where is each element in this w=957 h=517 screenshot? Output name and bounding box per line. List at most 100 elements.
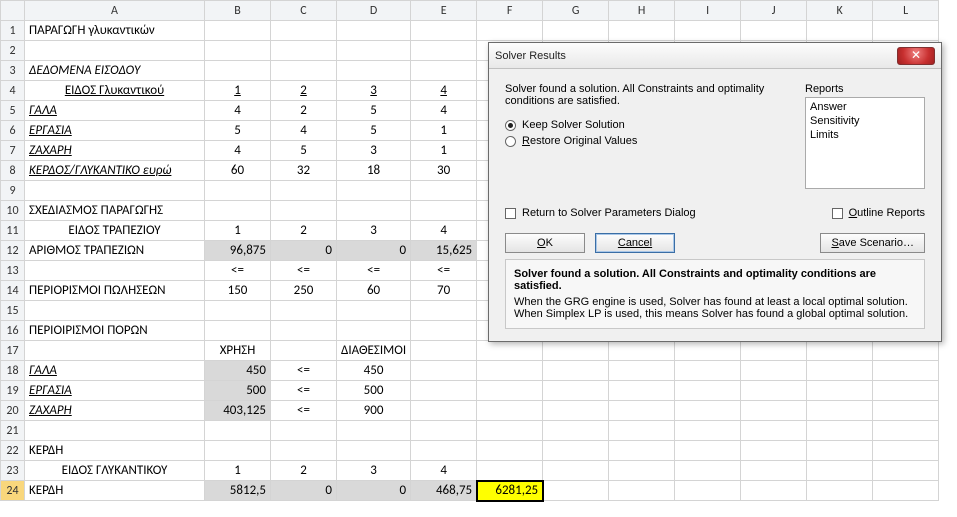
cell[interactable]: 30 bbox=[411, 161, 477, 181]
cell[interactable] bbox=[807, 421, 873, 441]
cell[interactable] bbox=[807, 361, 873, 381]
cell[interactable] bbox=[25, 341, 205, 361]
cell[interactable] bbox=[205, 181, 271, 201]
cell[interactable] bbox=[271, 61, 337, 81]
cell[interactable]: ΕΡΓΑΣΙΑ bbox=[25, 381, 205, 401]
column-header[interactable]: A bbox=[25, 1, 205, 21]
cell[interactable] bbox=[543, 481, 609, 501]
cell[interactable] bbox=[807, 461, 873, 481]
cell[interactable]: 500 bbox=[205, 381, 271, 401]
cell[interactable] bbox=[741, 341, 807, 361]
cell[interactable] bbox=[337, 61, 411, 81]
cell[interactable] bbox=[543, 361, 609, 381]
cell[interactable]: 96,875 bbox=[205, 241, 271, 261]
cell[interactable] bbox=[873, 341, 939, 361]
cell[interactable]: 4 bbox=[411, 461, 477, 481]
cell[interactable] bbox=[411, 361, 477, 381]
cell[interactable] bbox=[25, 181, 205, 201]
cell[interactable] bbox=[337, 421, 411, 441]
cell[interactable] bbox=[807, 441, 873, 461]
cell[interactable] bbox=[477, 341, 543, 361]
cell[interactable] bbox=[675, 401, 741, 421]
column-header[interactable]: C bbox=[271, 1, 337, 21]
column-header[interactable]: I bbox=[675, 1, 741, 21]
cell[interactable] bbox=[411, 381, 477, 401]
cell[interactable]: 2 bbox=[271, 101, 337, 121]
cell[interactable] bbox=[609, 361, 675, 381]
cell[interactable] bbox=[271, 421, 337, 441]
cell[interactable]: 4 bbox=[271, 121, 337, 141]
report-limits[interactable]: Limits bbox=[810, 128, 920, 142]
cell[interactable]: 32 bbox=[271, 161, 337, 181]
cell[interactable] bbox=[543, 461, 609, 481]
cell[interactable]: 2 bbox=[271, 461, 337, 481]
cell[interactable]: <= bbox=[205, 261, 271, 281]
cell[interactable]: ΕΙΔΟΣ ΤΡΑΠΕΖΙΟΥ bbox=[25, 221, 205, 241]
cell[interactable] bbox=[411, 61, 477, 81]
cell[interactable] bbox=[543, 401, 609, 421]
cell[interactable]: 0 bbox=[271, 481, 337, 501]
cell[interactable] bbox=[205, 441, 271, 461]
cell[interactable] bbox=[477, 401, 543, 421]
cell[interactable] bbox=[675, 361, 741, 381]
cell[interactable]: ΓΑΛΑ bbox=[25, 101, 205, 121]
cell[interactable] bbox=[271, 201, 337, 221]
row-header[interactable]: 5 bbox=[1, 101, 25, 121]
keep-solution-radio[interactable]: Keep Solver Solution bbox=[505, 119, 791, 131]
cell[interactable] bbox=[741, 401, 807, 421]
row-header[interactable]: 1 bbox=[1, 21, 25, 41]
row-header[interactable]: 12 bbox=[1, 241, 25, 261]
cell[interactable]: <= bbox=[271, 361, 337, 381]
row-header[interactable]: 13 bbox=[1, 261, 25, 281]
cell[interactable]: 0 bbox=[337, 481, 411, 501]
column-header[interactable]: D bbox=[337, 1, 411, 21]
cell[interactable] bbox=[477, 441, 543, 461]
row-header[interactable]: 22 bbox=[1, 441, 25, 461]
cell[interactable]: ΚΕΡΔΗ bbox=[25, 481, 205, 501]
cell[interactable] bbox=[609, 421, 675, 441]
cell[interactable] bbox=[807, 21, 873, 41]
cell[interactable]: 5812,5 bbox=[205, 481, 271, 501]
cell[interactable] bbox=[741, 441, 807, 461]
cell[interactable]: 900 bbox=[337, 401, 411, 421]
cell[interactable] bbox=[271, 441, 337, 461]
cell[interactable]: ΠΕΡΙΟΡΙΣΜΟΙ ΠΩΛΗΣΕΩΝ bbox=[25, 281, 205, 301]
row-header[interactable]: 16 bbox=[1, 321, 25, 341]
cell[interactable] bbox=[271, 321, 337, 341]
row-header[interactable]: 24 bbox=[1, 481, 25, 501]
cell[interactable] bbox=[741, 481, 807, 501]
cell[interactable]: 403,125 bbox=[205, 401, 271, 421]
cell[interactable]: 0 bbox=[271, 241, 337, 261]
cell[interactable] bbox=[337, 321, 411, 341]
row-header[interactable]: 10 bbox=[1, 201, 25, 221]
cell[interactable]: ΖΑΧΑΡΗ bbox=[25, 401, 205, 421]
cell[interactable] bbox=[609, 481, 675, 501]
cell[interactable] bbox=[741, 381, 807, 401]
cell[interactable]: 3 bbox=[337, 461, 411, 481]
cell[interactable]: 4 bbox=[205, 101, 271, 121]
cell[interactable]: ΠΑΡΑΓΩΓΗ γλυκαντικών bbox=[25, 21, 205, 41]
cell[interactable] bbox=[205, 301, 271, 321]
cell[interactable] bbox=[411, 201, 477, 221]
cell[interactable]: ΕΙΔΟΣ Γλυκαντικού bbox=[25, 81, 205, 101]
column-header[interactable]: E bbox=[411, 1, 477, 21]
cell[interactable] bbox=[741, 21, 807, 41]
cell[interactable]: 0 bbox=[337, 241, 411, 261]
cell[interactable]: 5 bbox=[271, 141, 337, 161]
cell[interactable]: ΠΕΡΙΟΙΡΙΣΜΟΙ ΠΟΡΩΝ bbox=[25, 321, 205, 341]
cell[interactable]: 2 bbox=[271, 221, 337, 241]
cell[interactable]: 450 bbox=[337, 361, 411, 381]
cell[interactable] bbox=[411, 401, 477, 421]
cell[interactable] bbox=[873, 361, 939, 381]
cell[interactable] bbox=[337, 441, 411, 461]
cell[interactable]: 18 bbox=[337, 161, 411, 181]
cell[interactable] bbox=[609, 341, 675, 361]
cell[interactable] bbox=[411, 41, 477, 61]
column-header[interactable]: B bbox=[205, 1, 271, 21]
row-header[interactable]: 11 bbox=[1, 221, 25, 241]
cell[interactable]: ΣΧΕΔΙΑΣΜΟΣ ΠΑΡΑΓΩΓΗΣ bbox=[25, 201, 205, 221]
cell[interactable]: 5 bbox=[337, 101, 411, 121]
row-header[interactable]: 7 bbox=[1, 141, 25, 161]
cell[interactable] bbox=[411, 181, 477, 201]
cell[interactable]: 1 bbox=[411, 121, 477, 141]
